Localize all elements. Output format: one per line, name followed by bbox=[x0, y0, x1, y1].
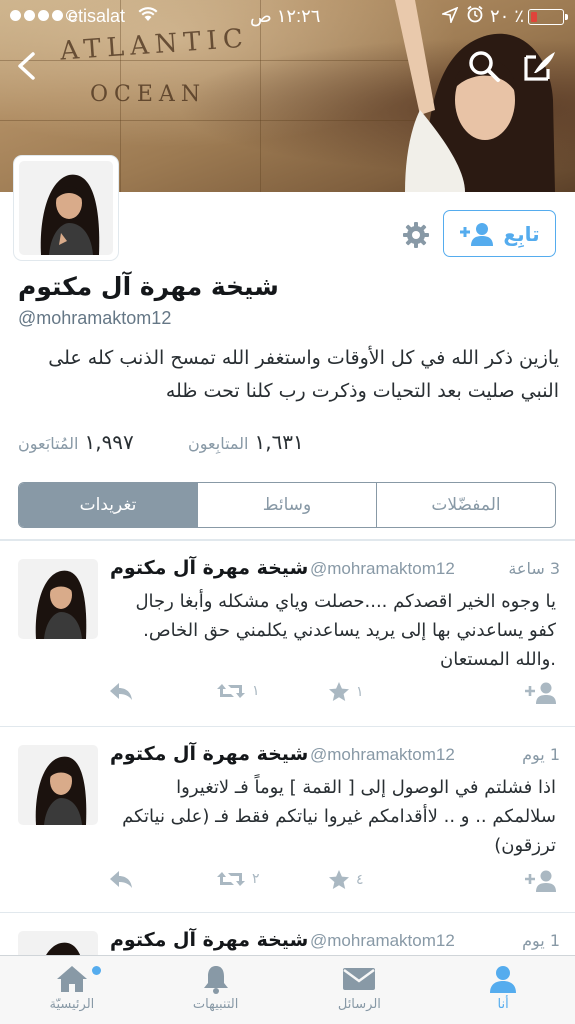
follow-author-button[interactable] bbox=[524, 869, 558, 893]
tweet-timestamp: 1 يوم bbox=[522, 931, 560, 950]
tab-favorites[interactable]: المفضّلات bbox=[376, 483, 555, 527]
tab-messages[interactable]: الرسائل bbox=[288, 956, 432, 1024]
add-user-icon bbox=[525, 682, 556, 704]
profile-tabs: تغريدات وسائط المفضّلات bbox=[18, 482, 556, 528]
back-button[interactable] bbox=[4, 44, 48, 88]
profile-name: شيخة مهرة آل مكتوم bbox=[18, 272, 279, 301]
search-button[interactable] bbox=[462, 44, 506, 88]
reply-button[interactable] bbox=[108, 869, 134, 889]
bottom-tab-bar: الرئيسيّة التنبيهات الرسائل أنا bbox=[0, 955, 575, 1024]
signal-strength-icon bbox=[10, 10, 77, 21]
compose-icon bbox=[524, 52, 555, 81]
notification-dot bbox=[92, 966, 101, 975]
tweet-actions: ٢ ٤ bbox=[0, 869, 575, 899]
retweet-button[interactable]: ١ bbox=[216, 681, 260, 701]
person-icon bbox=[490, 966, 517, 993]
tweet-item[interactable]: شيخة مهرة آل مكتوم @mohramaktom12 1 يوم … bbox=[0, 727, 575, 913]
tab-tweets[interactable]: تغريدات bbox=[19, 483, 197, 527]
avatar bbox=[19, 161, 113, 255]
tab-home-label: الرئيسيّة bbox=[49, 997, 95, 1012]
favorite-count: ١ bbox=[356, 684, 364, 700]
tweet-text: اذا فشلتم في الوصول إلى [ القمة ] يوماً … bbox=[122, 777, 556, 856]
chevron-left-icon bbox=[18, 52, 35, 80]
tweet-actions: ١ ١ bbox=[0, 681, 575, 711]
tab-home[interactable]: الرئيسيّة bbox=[0, 956, 144, 1024]
retweet-button[interactable]: ٢ bbox=[216, 869, 260, 889]
retweet-icon bbox=[217, 684, 245, 698]
home-icon bbox=[56, 966, 87, 992]
retweet-count: ١ bbox=[252, 683, 260, 699]
tweet-author-name[interactable]: شيخة مهرة آل مكتوم bbox=[110, 557, 308, 579]
map-label-ocean: OCEAN bbox=[90, 82, 207, 107]
profile-handle: @mohramaktom12 bbox=[18, 308, 172, 328]
tab-messages-label: الرسائل bbox=[337, 997, 381, 1012]
reply-button[interactable] bbox=[108, 681, 134, 701]
tab-me-label: أنا bbox=[497, 997, 509, 1012]
tab-me[interactable]: أنا bbox=[431, 956, 575, 1024]
tweet-item[interactable]: شيخة مهرة آل مكتوم @mohramaktom12 3 ساعة… bbox=[0, 541, 575, 727]
bell-icon bbox=[203, 966, 228, 994]
location-icon bbox=[440, 6, 459, 28]
avatar bbox=[18, 559, 98, 639]
following-label: المتابِعون bbox=[188, 434, 249, 453]
star-icon bbox=[329, 682, 349, 701]
tweet-timestamp: 1 يوم bbox=[522, 745, 560, 764]
add-user-icon bbox=[525, 870, 556, 892]
reply-icon bbox=[110, 683, 132, 700]
carrier-name: etisalat bbox=[68, 6, 126, 26]
status-bar: etisalat ١٢:٢٦ ص ٢٠ ٪ bbox=[0, 0, 575, 34]
tweet-author-handle: @mohramaktom12 bbox=[310, 559, 455, 578]
compose-tweet-button[interactable] bbox=[518, 44, 562, 88]
tweet-author-handle: @mohramaktom12 bbox=[310, 931, 455, 950]
battery-percent: ٢٠ ٪ bbox=[490, 6, 525, 26]
followers-label: المُتابَعون bbox=[18, 434, 79, 453]
favorite-button[interactable]: ٤ bbox=[328, 869, 364, 891]
following-count: ١,٦٣١ bbox=[254, 430, 304, 454]
followers-count: ١,٩٩٧ bbox=[84, 430, 134, 454]
alarm-icon bbox=[466, 5, 484, 28]
profile-bio: يازين ذكر الله في كل الأوقات واستغفر الل… bbox=[48, 347, 559, 402]
tweet-author-handle: @mohramaktom12 bbox=[310, 745, 455, 764]
wifi-icon bbox=[138, 6, 158, 27]
tweet-author-name[interactable]: شيخة مهرة آل مكتوم bbox=[110, 929, 308, 951]
retweet-icon bbox=[217, 872, 245, 886]
follow-author-button[interactable] bbox=[524, 681, 558, 705]
tab-notifications[interactable]: التنبيهات bbox=[144, 956, 288, 1024]
tweet-text: يا وجوه الخير اقصدكم ....حصلت وياي مشكله… bbox=[135, 591, 556, 670]
gear-icon bbox=[403, 222, 429, 248]
tab-media[interactable]: وسائط bbox=[197, 483, 376, 527]
battery-icon bbox=[528, 9, 568, 25]
profile-avatar[interactable] bbox=[14, 156, 118, 260]
tweet-author-name[interactable]: شيخة مهرة آل مكتوم bbox=[110, 743, 308, 765]
following-stat[interactable]: ١,٦٣١ المتابِعون bbox=[188, 430, 304, 458]
tweet-timestamp: 3 ساعة bbox=[508, 559, 560, 578]
followers-stat[interactable]: ١,٩٩٧ المُتابَعون bbox=[18, 430, 134, 458]
avatar bbox=[18, 745, 98, 825]
retweet-count: ٢ bbox=[252, 871, 260, 887]
settings-button[interactable] bbox=[398, 217, 434, 253]
add-user-icon bbox=[460, 222, 494, 246]
reply-icon bbox=[110, 871, 132, 888]
tab-notifications-label: التنبيهات bbox=[192, 997, 239, 1012]
search-icon bbox=[469, 51, 500, 82]
clock: ١٢:٢٦ ص bbox=[250, 6, 321, 26]
star-icon bbox=[329, 870, 349, 889]
favorite-count: ٤ bbox=[356, 872, 364, 888]
follow-button-label: تابِع bbox=[503, 221, 540, 246]
envelope-icon bbox=[343, 968, 376, 990]
follow-button[interactable]: تابِع bbox=[443, 210, 556, 257]
favorite-button[interactable]: ١ bbox=[328, 681, 364, 703]
